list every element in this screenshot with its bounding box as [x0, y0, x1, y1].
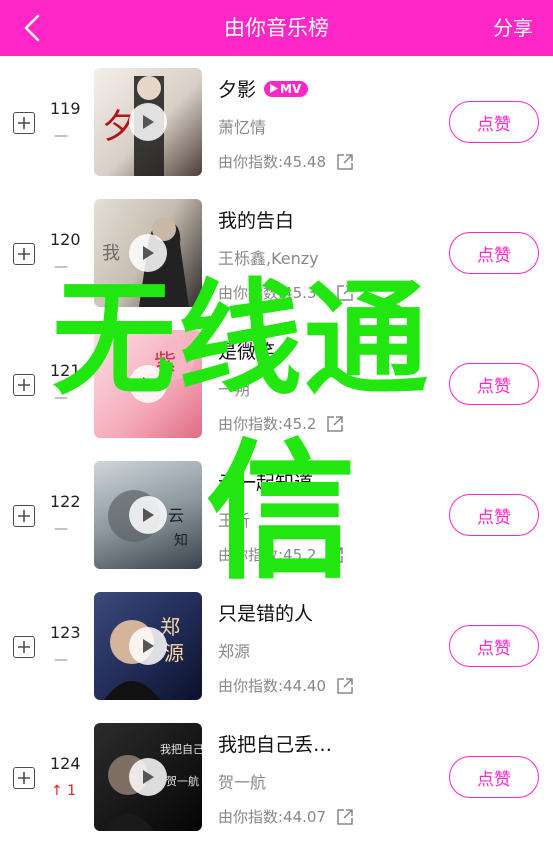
svg-text:云: 云	[168, 506, 184, 525]
like-button[interactable]: 点赞	[449, 101, 539, 143]
song-title[interactable]: 云一起知道	[218, 468, 313, 495]
rank-number: 120	[50, 230, 81, 249]
song-row[interactable]: 120 — 我 我的告白 王栎鑫,Kenzy 由你指数:45.37 点赞	[0, 187, 553, 318]
play-icon	[270, 84, 279, 93]
rank-trend: —	[54, 390, 68, 406]
add-to-playlist-button[interactable]	[13, 636, 35, 658]
svg-text:我把自己: 我把自己	[160, 742, 202, 756]
svg-text:知: 知	[174, 532, 188, 549]
song-title-text: 夕影	[218, 79, 257, 101]
rank-trend: —	[54, 521, 68, 537]
play-icon	[143, 246, 154, 260]
popularity-index-text: 由你指数:45.2	[218, 546, 317, 564]
song-row[interactable]: 121 — 紫 是微笑 一朔 由你指数:45.2 点赞	[0, 318, 553, 449]
like-button[interactable]: 点赞	[449, 756, 539, 798]
add-to-playlist-button[interactable]	[13, 374, 35, 396]
play-icon	[143, 639, 154, 653]
artist-name[interactable]: 一朔	[218, 376, 250, 400]
artist-name[interactable]: 王栎鑫,Kenzy	[218, 245, 319, 269]
svg-text:源: 源	[164, 641, 184, 665]
svg-text:贺一航: 贺一航	[166, 774, 199, 788]
popularity-index-text: 由你指数:44.07	[218, 808, 326, 826]
popularity-index: 由你指数:45.2	[218, 544, 344, 565]
album-cover[interactable]: 云 知	[94, 461, 202, 569]
popularity-index: 由你指数:45.37	[218, 282, 354, 303]
artist-name[interactable]: 郑源	[218, 638, 250, 662]
like-button[interactable]: 点赞	[449, 232, 539, 274]
song-title[interactable]: 只是错的人	[218, 599, 313, 626]
page-title: 由你音乐榜	[224, 16, 329, 40]
play-button[interactable]	[129, 627, 167, 665]
song-title[interactable]: 我把自己丢…	[218, 730, 332, 757]
mv-label: MV	[280, 81, 302, 96]
rank-trend: —	[54, 652, 68, 668]
play-button[interactable]	[129, 234, 167, 272]
plus-icon	[18, 248, 30, 260]
song-row[interactable]: 122 — 云 知 云一起知道 王析 由你指数:45.2 点赞	[0, 449, 553, 580]
play-icon	[143, 115, 154, 129]
popularity-index: 由你指数:45.48	[218, 151, 354, 172]
song-row[interactable]: 119 — 夕 夕影 MV 萧忆情 由你指数:45.48 点赞	[0, 56, 553, 187]
share-button[interactable]: 分享	[493, 0, 533, 56]
play-button[interactable]	[129, 496, 167, 534]
external-link-icon[interactable]	[326, 415, 344, 433]
plus-icon	[18, 641, 30, 653]
artist-name[interactable]: 王析	[218, 507, 250, 531]
add-to-playlist-button[interactable]	[13, 243, 35, 265]
song-list: 119 — 夕 夕影 MV 萧忆情 由你指数:45.48 点赞 120 — 我 …	[0, 56, 553, 842]
external-link-icon[interactable]	[336, 284, 354, 302]
album-cover[interactable]: 我	[94, 199, 202, 307]
play-icon	[143, 508, 154, 522]
external-link-icon[interactable]	[336, 677, 354, 695]
external-link-icon[interactable]	[326, 546, 344, 564]
play-button[interactable]	[129, 758, 167, 796]
rank-trend: —	[54, 259, 68, 275]
rank-trend-up: ↑ 1	[51, 783, 77, 799]
mv-badge[interactable]: MV	[264, 80, 309, 97]
popularity-index: 由你指数:44.40	[218, 675, 354, 696]
artist-name[interactable]: 贺一航	[218, 769, 266, 793]
popularity-index-text: 由你指数:45.2	[218, 415, 317, 433]
play-icon	[143, 377, 154, 391]
song-title[interactable]: 我的告白	[218, 206, 294, 233]
rank-number: 122	[50, 492, 81, 511]
add-to-playlist-button[interactable]	[13, 767, 35, 789]
play-button[interactable]	[129, 365, 167, 403]
plus-icon	[18, 117, 30, 129]
rank-trend: —	[54, 128, 68, 144]
add-to-playlist-button[interactable]	[13, 505, 35, 527]
like-button[interactable]: 点赞	[449, 625, 539, 667]
album-cover[interactable]: 我把自己 贺一航	[94, 723, 202, 831]
song-title[interactable]: 是微笑	[218, 337, 275, 364]
album-cover[interactable]: 紫	[94, 330, 202, 438]
plus-icon	[18, 379, 30, 391]
song-row[interactable]: 124 ↑ 1 我把自己 贺一航 我把自己丢… 贺一航 由你指数:44.07 点…	[0, 711, 553, 842]
popularity-index-text: 由你指数:45.48	[218, 153, 326, 171]
rank-number: 121	[50, 361, 81, 380]
svg-text:我: 我	[102, 243, 120, 264]
play-button[interactable]	[129, 103, 167, 141]
like-button[interactable]: 点赞	[449, 363, 539, 405]
play-icon	[143, 770, 154, 784]
rank-number: 124	[50, 754, 81, 773]
like-button[interactable]: 点赞	[449, 494, 539, 536]
add-to-playlist-button[interactable]	[13, 112, 35, 134]
plus-icon	[18, 772, 30, 784]
song-title[interactable]: 夕影 MV	[218, 75, 309, 102]
popularity-index-text: 由你指数:45.37	[218, 284, 326, 302]
rank-number: 123	[50, 623, 81, 642]
song-row[interactable]: 123 — 郑 源 只是错的人 郑源 由你指数:44.40 点赞	[0, 580, 553, 711]
external-link-icon[interactable]	[336, 808, 354, 826]
app-header: 由你音乐榜 分享	[0, 0, 553, 56]
artist-name[interactable]: 萧忆情	[218, 114, 266, 138]
album-cover[interactable]: 夕	[94, 68, 202, 176]
album-cover[interactable]: 郑 源	[94, 592, 202, 700]
popularity-index-text: 由你指数:44.40	[218, 677, 326, 695]
rank-number: 119	[50, 99, 81, 118]
popularity-index: 由你指数:45.2	[218, 413, 344, 434]
plus-icon	[18, 510, 30, 522]
external-link-icon[interactable]	[336, 153, 354, 171]
popularity-index: 由你指数:44.07	[218, 806, 354, 827]
